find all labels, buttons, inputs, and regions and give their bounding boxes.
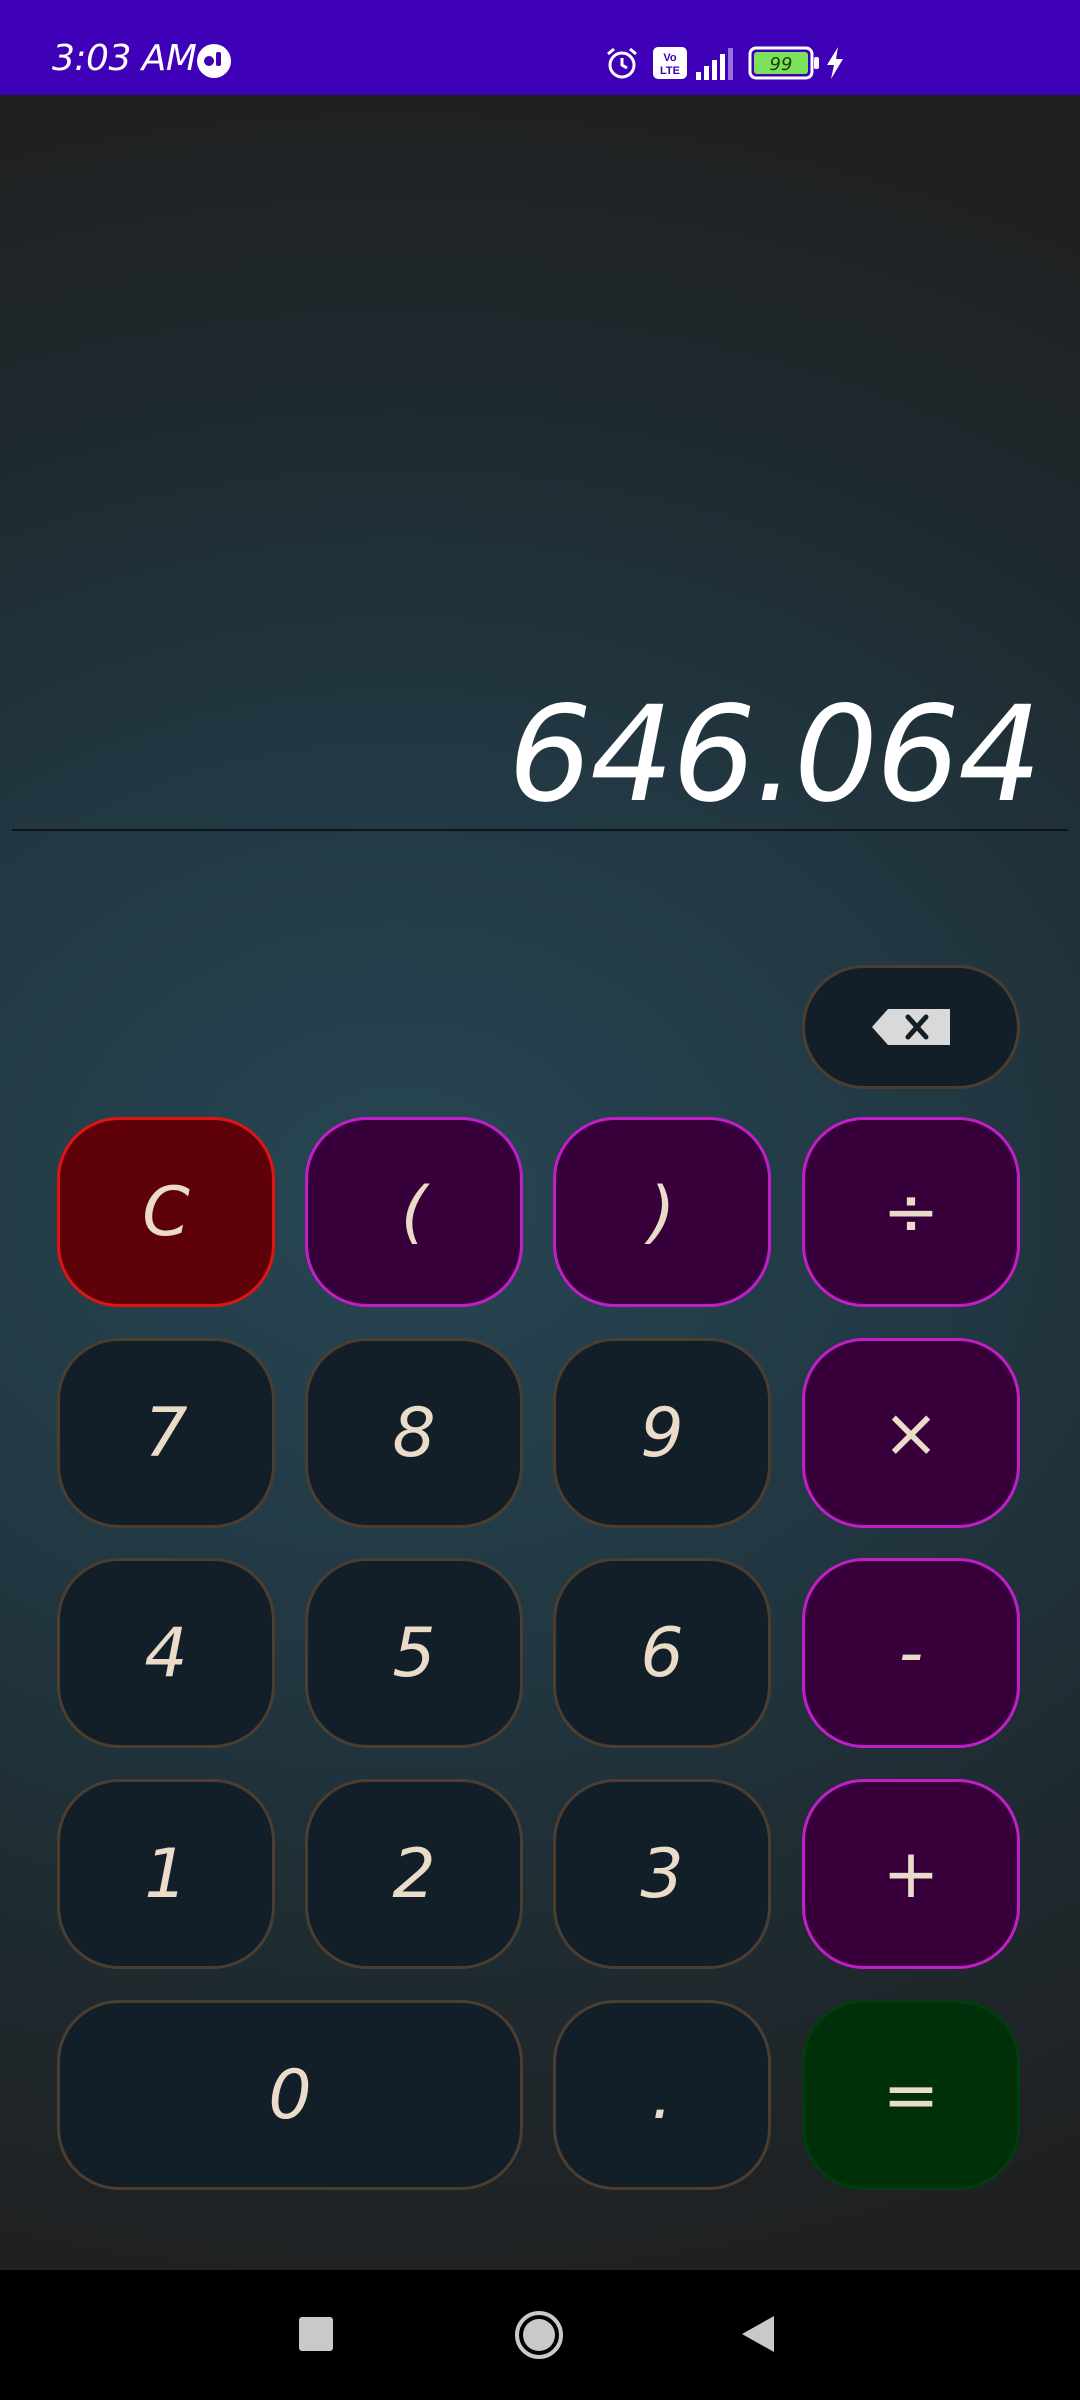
battery-icon: 99 [748, 46, 819, 80]
divide-button[interactable]: ÷ [802, 1117, 1020, 1307]
status-bar: 3:03 AM Vo LTE 99 [0, 0, 1080, 95]
minus-button[interactable]: - [802, 1558, 1020, 1748]
open-paren-button[interactable]: ( [305, 1117, 523, 1307]
calculator-app: 646.064 C ( ) ÷ 7 8 9 × 4 5 6 - 1 2 3 + … [0, 95, 1080, 2270]
equals-button[interactable]: = [802, 2000, 1020, 2190]
close-paren-button[interactable]: ) [553, 1117, 771, 1307]
result-display: 646.064 [508, 678, 1042, 832]
display-divider [12, 829, 1068, 831]
svg-text:Vo: Vo [663, 52, 677, 64]
status-time: 3:03 AM [52, 38, 197, 79]
digit-6-button[interactable]: 6 [553, 1558, 771, 1748]
signal-icon [696, 48, 733, 80]
home-icon[interactable] [514, 2310, 564, 2360]
multiply-button[interactable]: × [802, 1338, 1020, 1528]
digit-0-button[interactable]: 0 [57, 2000, 523, 2190]
digit-4-button[interactable]: 4 [57, 1558, 275, 1748]
svg-text:99: 99 [770, 54, 793, 75]
digit-8-button[interactable]: 8 [305, 1338, 523, 1528]
charging-icon [827, 47, 843, 79]
digit-2-button[interactable]: 2 [305, 1779, 523, 1969]
backspace-icon [872, 1009, 950, 1045]
digit-7-button[interactable]: 7 [57, 1338, 275, 1528]
volte-icon: Vo LTE [653, 47, 687, 79]
digit-3-button[interactable]: 3 [553, 1779, 771, 1969]
digit-5-button[interactable]: 5 [305, 1558, 523, 1748]
notification-icon [197, 44, 231, 78]
decimal-button[interactable]: . [553, 2000, 771, 2190]
digit-1-button[interactable]: 1 [57, 1779, 275, 1969]
alarm-icon [607, 47, 637, 79]
recents-icon[interactable] [298, 2316, 334, 2352]
clear-button[interactable]: C [57, 1117, 275, 1307]
navigation-bar [0, 2270, 1080, 2400]
svg-text:LTE: LTE [660, 65, 680, 77]
plus-button[interactable]: + [802, 1779, 1020, 1969]
backspace-button[interactable] [802, 965, 1020, 1089]
back-icon[interactable] [740, 2314, 776, 2354]
digit-9-button[interactable]: 9 [553, 1338, 771, 1528]
